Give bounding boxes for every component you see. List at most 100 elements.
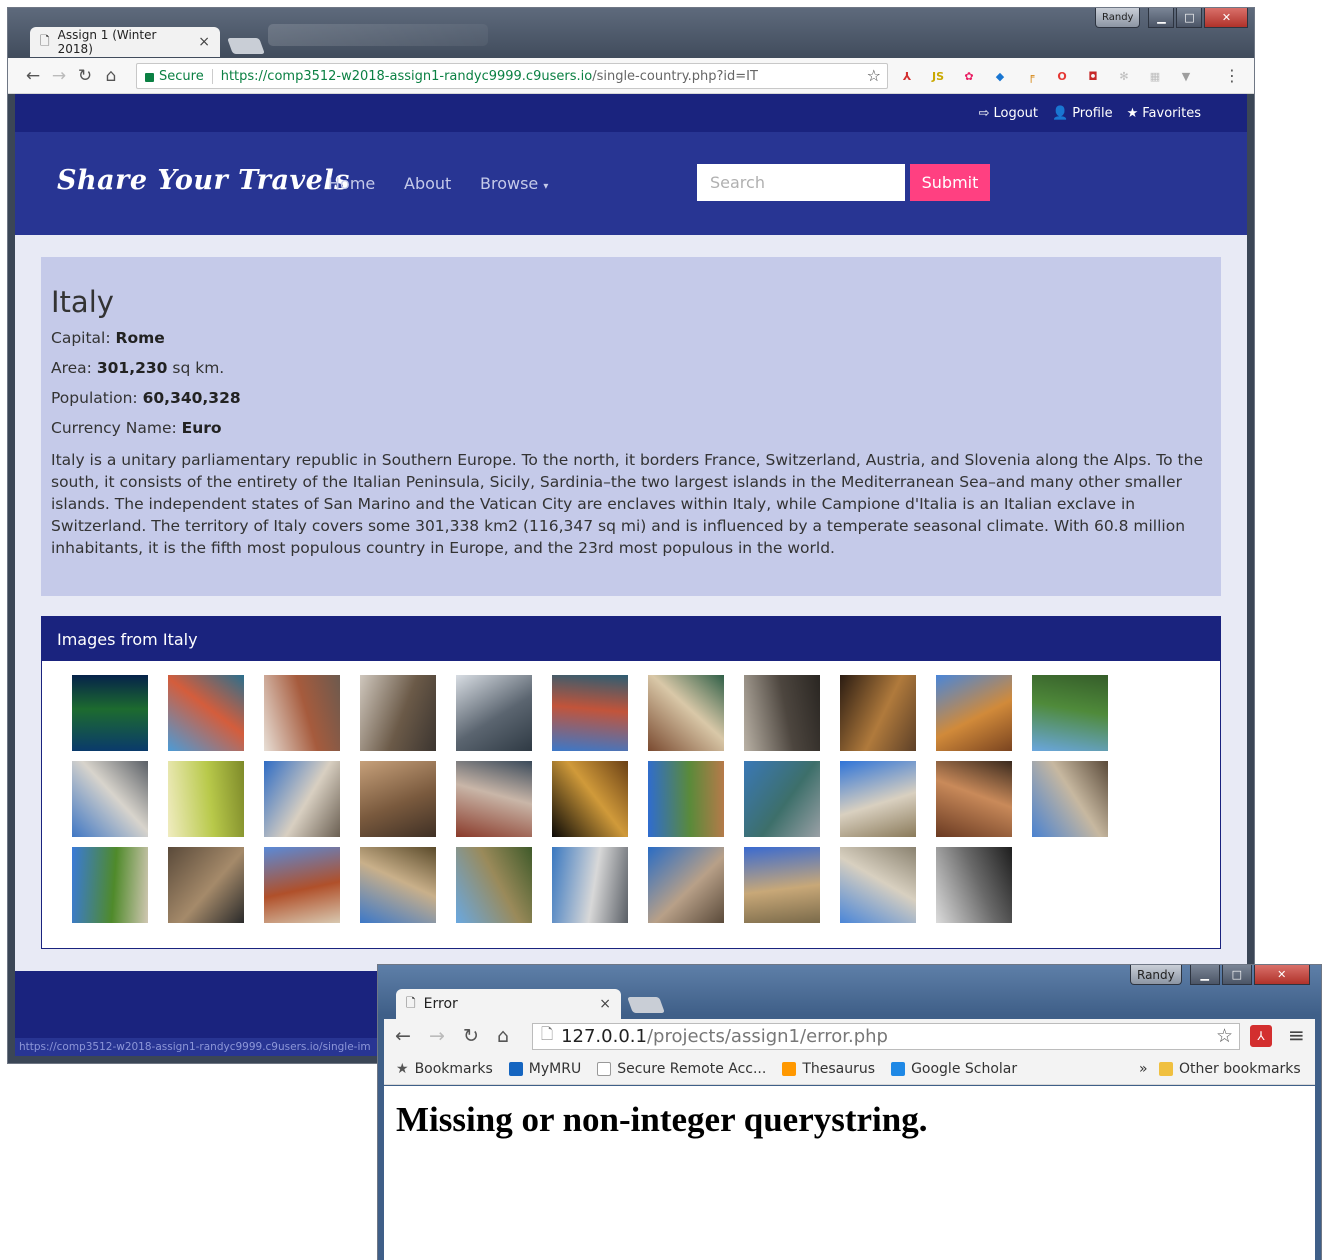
image-thumbnail[interactable] — [72, 847, 148, 923]
close-window-icon[interactable]: ✕ — [1253, 965, 1310, 985]
menu-icon[interactable]: ≡ — [1288, 1023, 1305, 1047]
image-thumbnail[interactable] — [264, 847, 340, 923]
image-thumbnail[interactable] — [168, 847, 244, 923]
image-thumbnail[interactable] — [648, 761, 724, 837]
search-input[interactable]: Search — [697, 164, 905, 201]
image-thumbnail[interactable] — [264, 761, 340, 837]
image-thumbnail[interactable] — [360, 847, 436, 923]
secure-indicator[interactable]: Secure — [145, 68, 213, 84]
back-icon[interactable]: ← — [20, 66, 46, 86]
image-thumbnail[interactable] — [840, 675, 916, 751]
user-icon: 👤 — [1052, 105, 1069, 121]
new-tab-button[interactable] — [227, 38, 265, 54]
opera-icon[interactable]: O — [1053, 67, 1071, 85]
image-thumbnail[interactable] — [72, 761, 148, 837]
bookmark-star-icon[interactable]: ☆ — [867, 66, 881, 85]
image-thumbnail[interactable] — [360, 675, 436, 751]
home-icon[interactable]: ⌂ — [490, 1025, 516, 1047]
image-thumbnail[interactable] — [744, 847, 820, 923]
image-thumbnail[interactable] — [840, 761, 916, 837]
image-thumbnail[interactable] — [840, 847, 916, 923]
bookmark-label: MyMRU — [528, 1060, 582, 1077]
image-thumbnail[interactable] — [552, 847, 628, 923]
image-thumbnail[interactable] — [264, 675, 340, 751]
menu-dots-icon[interactable]: ⋮ — [1224, 66, 1240, 85]
image-thumbnail[interactable] — [168, 675, 244, 751]
tab-error[interactable]: 🗋 Error × — [396, 989, 621, 1019]
user-badge[interactable]: Randy — [1095, 8, 1141, 28]
reload-icon[interactable]: ↻ — [458, 1025, 484, 1047]
bookmarks-bar: ★ Bookmarks MyMRU Secure Remote Acc... Thesa… — [384, 1053, 1315, 1085]
minimize-icon[interactable]: ▁ — [1148, 8, 1175, 28]
image-thumbnail[interactable] — [1032, 675, 1108, 751]
red-square-icon[interactable]: ◘ — [1084, 67, 1102, 85]
site-brand[interactable]: Share Your Travels — [57, 165, 350, 196]
image-thumbnail[interactable] — [552, 675, 628, 751]
bookmarks-overflow[interactable]: » — [1139, 1061, 1148, 1077]
vue-icon[interactable]: ▼ — [1177, 67, 1195, 85]
bookmark-google-scholar[interactable]: Google Scholar — [891, 1061, 1017, 1077]
submit-button[interactable]: Submit — [910, 164, 990, 201]
image-thumbnail[interactable] — [72, 675, 148, 751]
image-thumbnail[interactable] — [456, 847, 532, 923]
nav-home[interactable]: Home — [328, 174, 375, 193]
js-icon[interactable]: JS — [929, 67, 947, 85]
thumbnail-grid — [72, 675, 1202, 923]
forward-icon[interactable]: → — [424, 1025, 450, 1047]
image-thumbnail[interactable] — [936, 761, 1012, 837]
close-icon[interactable]: × — [599, 996, 611, 1012]
error-page: Missing or non-integer querystring. — [384, 1086, 1315, 1260]
profile-link[interactable]: 👤 Profile — [1052, 106, 1113, 121]
image-thumbnail[interactable] — [552, 761, 628, 837]
image-thumbnail[interactable] — [936, 675, 1012, 751]
close-window-icon[interactable]: ✕ — [1204, 8, 1249, 28]
back-icon[interactable]: ← — [390, 1025, 416, 1047]
eyedropper-icon[interactable]: ╒ — [1022, 67, 1040, 85]
tab-title: Error — [423, 996, 458, 1012]
gear-icon[interactable]: ✻ — [1115, 67, 1133, 85]
favorites-link[interactable]: ★ Favorites — [1127, 106, 1201, 121]
bookmark-star-icon[interactable]: ☆ — [1216, 1025, 1233, 1047]
image-thumbnail[interactable] — [168, 761, 244, 837]
bookmark-mymru[interactable]: MyMRU — [508, 1060, 582, 1077]
bookmark-secure-remote-acc[interactable]: Secure Remote Acc... — [597, 1061, 766, 1077]
acrobat-icon[interactable]: ⅄ — [1250, 1025, 1272, 1047]
bookmark-label: Secure Remote Acc... — [617, 1060, 767, 1077]
image-thumbnail[interactable] — [648, 675, 724, 751]
new-tab-button[interactable] — [627, 997, 665, 1013]
gem-icon[interactable]: ◆ — [991, 67, 1009, 85]
other-bookmarks[interactable]: Other bookmarks — [1159, 1061, 1301, 1077]
image-thumbnail[interactable] — [1032, 761, 1108, 837]
logout-link[interactable]: ⇨ Logout — [979, 106, 1038, 121]
forward-icon[interactable]: → — [46, 66, 72, 86]
image-thumbnail[interactable] — [456, 761, 532, 837]
home-icon[interactable]: ⌂ — [98, 66, 124, 86]
bookmark-thesaurus[interactable]: Thesaurus — [782, 1061, 875, 1077]
image-thumbnail[interactable] — [936, 847, 1012, 923]
colorwheel-icon[interactable]: ✿ — [960, 67, 978, 85]
minimize-icon[interactable]: ▁ — [1189, 965, 1220, 985]
tab-assign1[interactable]: 🗋 Assign 1 (Winter 2018) × — [30, 27, 220, 57]
bookmark-bookmarks[interactable]: ★ Bookmarks — [396, 1061, 493, 1077]
address-bar[interactable]: Secure https://comp3512-w2018-assign1-ra… — [136, 63, 888, 89]
image-thumbnail[interactable] — [648, 847, 724, 923]
maximize-icon[interactable]: □ — [1176, 8, 1203, 28]
image-thumbnail[interactable] — [744, 761, 820, 837]
error-message: Missing or non-integer querystring. — [396, 1100, 928, 1139]
grid-icon[interactable]: ▦ — [1146, 67, 1164, 85]
reload-icon[interactable]: ↻ — [72, 66, 98, 86]
address-bar[interactable]: 🗋 127.0.0.1/projects/assign1/error.php ☆ — [532, 1023, 1240, 1050]
acrobat-icon[interactable]: ⅄ — [898, 67, 916, 85]
browser-window-main: 🗋 Assign 1 (Winter 2018) × Randy ▁ □ ✕ ←… — [7, 7, 1255, 1064]
image-thumbnail[interactable] — [744, 675, 820, 751]
user-badge[interactable]: Randy — [1130, 965, 1182, 985]
bookmark-label: Bookmarks — [414, 1060, 493, 1077]
image-thumbnail[interactable] — [456, 675, 532, 751]
image-thumbnail[interactable] — [360, 761, 436, 837]
nav-about[interactable]: About — [404, 174, 451, 193]
close-icon[interactable]: × — [198, 34, 210, 50]
maximize-icon[interactable]: □ — [1221, 965, 1252, 985]
title-bar: 🗋 Assign 1 (Winter 2018) × Randy ▁ □ ✕ — [8, 8, 1254, 58]
nav-browse[interactable]: Browse ▾ — [480, 174, 548, 193]
window-controls: Randy ▁ □ ✕ — [1095, 8, 1249, 28]
